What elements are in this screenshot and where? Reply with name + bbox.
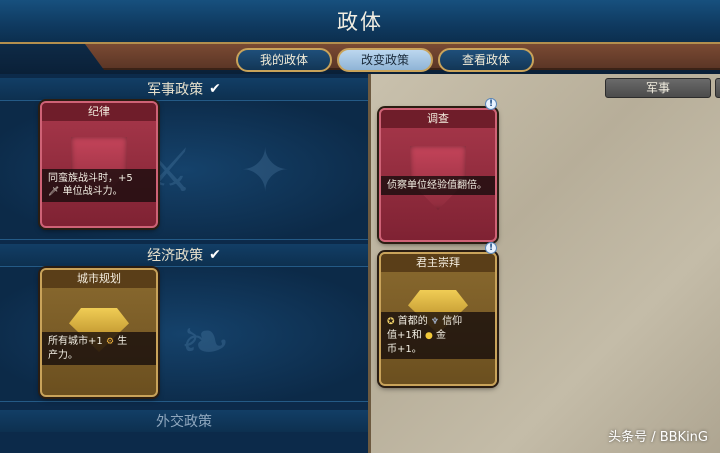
- production-gear-icon: ⚙: [105, 337, 115, 347]
- page-title: 政体: [337, 10, 383, 34]
- gold-coin-icon: ●: [424, 331, 433, 341]
- watermark: 头条号 / BBKinG: [608, 430, 708, 445]
- desc-part-5: 币+1。: [387, 344, 422, 355]
- card-title: 纪律: [42, 103, 156, 121]
- military-policy-title: 军事政策: [147, 82, 204, 98]
- economic-check-icon: ✔: [209, 247, 221, 263]
- shield-decoration-icon: ✦: [240, 136, 291, 206]
- policy-card-survey[interactable]: 调查 侦察单位经验值翻倍。: [379, 108, 497, 242]
- diplomatic-policy-header: 外交政策: [0, 410, 368, 432]
- economic-policy-header: 经济政策 ✔: [0, 244, 368, 266]
- military-check-icon: ✔: [209, 81, 221, 97]
- economic-policy-title: 经济政策: [147, 248, 204, 264]
- desc-part-3: 产力。: [48, 350, 78, 361]
- sword-icon: 🗡: [48, 187, 60, 197]
- card-title: 调查: [381, 110, 495, 128]
- scroll-decoration-icon: ❧: [180, 307, 231, 377]
- tab-my-government[interactable]: 我的政体: [236, 48, 332, 72]
- filter-military-tab[interactable]: 军事: [605, 78, 711, 98]
- desc-part-1: 所有城市+1: [48, 336, 103, 347]
- title-bar: 政体: [0, 0, 720, 44]
- desc-part-1: 首都的: [397, 316, 428, 327]
- policy-card-god-king[interactable]: 君主崇拜 ✪ 首都的 ♆ 信仰 值+1和 ● 金 币+1。: [379, 252, 497, 386]
- card-description: 同蛮族战斗时，+5 🗡 单位战斗力。: [42, 169, 156, 202]
- new-alert-badge-icon: !: [485, 98, 497, 110]
- card-description: 所有城市+1 ⚙ 生 产力。: [42, 332, 156, 365]
- tab-change-policies[interactable]: 改变政策: [337, 48, 433, 72]
- diplomatic-policy-title: 外交政策: [156, 414, 212, 430]
- military-policy-header: 军事政策 ✔: [0, 78, 368, 100]
- card-description: 侦察单位经验值翻倍。: [381, 176, 495, 195]
- desc-line-2: 单位战斗力。: [62, 186, 123, 197]
- capital-star-icon: ✪: [387, 317, 395, 327]
- desc-part-2: 信仰: [442, 316, 463, 327]
- tab-ribbon: 我的政体 改变政策 查看政体: [0, 44, 720, 74]
- filter-next-tab[interactable]: [715, 78, 720, 98]
- new-alert-badge-icon: !: [485, 242, 497, 254]
- available-policies-panel: 军事 调查 侦察单位经验值翻倍。 ! 君主崇拜 ✪ 首都的 ♆ 信仰 值+1和 …: [368, 74, 720, 453]
- desc-part-3: 值+1和: [387, 330, 422, 341]
- policy-slots-panel: 军事政策 ✔ ⚔ ✦ 纪律 同蛮族战斗时，+5 🗡 单位战斗力。 经济政策 ✔ …: [0, 74, 368, 453]
- tab-view-government[interactable]: 查看政体: [438, 48, 534, 72]
- card-title: 城市规划: [42, 270, 156, 288]
- policy-card-urban-planning[interactable]: 城市规划 所有城市+1 ⚙ 生 产力。: [40, 268, 158, 397]
- card-description: ✪ 首都的 ♆ 信仰 值+1和 ● 金 币+1。: [381, 312, 495, 359]
- desc-part-4: 金: [435, 330, 446, 341]
- card-title: 君主崇拜: [381, 254, 495, 272]
- desc-line-1: 同蛮族战斗时，+5: [48, 173, 133, 184]
- desc-part-2: 生: [117, 336, 128, 347]
- policy-card-discipline[interactable]: 纪律 同蛮族战斗时，+5 🗡 单位战斗力。: [40, 101, 158, 228]
- faith-icon: ♆: [430, 317, 439, 327]
- desc-line-2-row: 🗡 单位战斗力。: [48, 185, 150, 199]
